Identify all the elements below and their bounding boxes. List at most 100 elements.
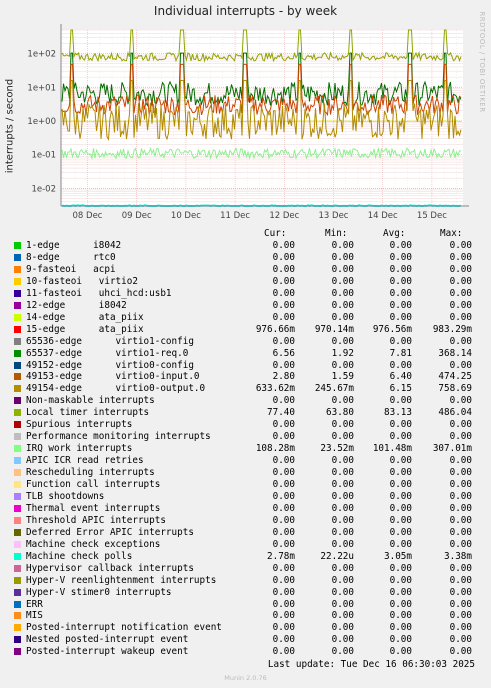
legend-max-value: 0.00 bbox=[449, 479, 472, 490]
legend-label: Hyper-V stimer0 interrupts bbox=[26, 586, 172, 598]
legend-row: 65537-edge virtio1-req.0 6.56 1.92 7.81 368.… bbox=[0, 348, 491, 360]
legend-row: IRQ work interrupts 108.28m 23.52m 101.48m 3… bbox=[0, 443, 491, 455]
legend-label: 9-fasteoi acpi bbox=[26, 263, 116, 275]
legend-label: 12-edge i8042 bbox=[26, 299, 127, 311]
legend-row: Hyper-V reenlightenment interrupts 0.00 0.… bbox=[0, 575, 491, 587]
legend-swatch bbox=[14, 373, 21, 381]
legend-row: 8-edge rtc0 0.00 0.00 0.00 0.00 bbox=[0, 252, 491, 264]
legend-max-value: 0.00 bbox=[449, 514, 472, 526]
legend-label: Machine check polls bbox=[26, 550, 133, 562]
legend-label: 1-edge i8042 bbox=[26, 240, 122, 251]
legend-row: 65536-edge virtio1-config 0.00 0.00 0.00 0.0… bbox=[0, 336, 491, 348]
legend-swatch bbox=[14, 445, 21, 453]
legend-max-value: 0.00 bbox=[449, 634, 472, 646]
legend-max-value: 0.00 bbox=[449, 395, 472, 407]
x-tick-label: 10 Dec bbox=[171, 211, 201, 221]
legend-max-value: 0.00 bbox=[449, 467, 472, 479]
legend-max-value: 486.04 bbox=[438, 407, 472, 419]
chart-plot: 1e-02 1e-01 1e+00 1e+01 1e+02 08 Dec 09 Dec 10 … bbox=[27, 24, 469, 221]
legend-max-value: 474.25 bbox=[438, 371, 472, 383]
y-tick-label: 1e+02 bbox=[27, 50, 56, 60]
legend-row: Hypervisor callback interrupts 0.00 0.00 0.… bbox=[0, 563, 491, 575]
legend-max-value: 0.00 bbox=[449, 359, 472, 371]
x-tick-label: 13 Dec bbox=[319, 211, 349, 221]
legend-max-value: 0.00 bbox=[449, 311, 472, 323]
legend-row: MIS 0.00 0.00 0.00 0.00 bbox=[0, 610, 491, 622]
legend-row: Rescheduling interrupts 0.00 0.00 0.00 0.00 bbox=[0, 467, 491, 479]
legend-swatch bbox=[14, 349, 21, 357]
legend-swatch bbox=[14, 469, 21, 477]
legend-label: Hyper-V reenlightenment interrupts bbox=[26, 574, 217, 586]
legend-max-value: 0.00 bbox=[449, 251, 472, 263]
legend-row: 10-fasteoi virtio2 0.00 0.00 0.00 0.00 bbox=[0, 276, 491, 288]
legend-label: 15-edge ata_piix bbox=[26, 323, 144, 335]
legend-label: Threshold APIC interrupts bbox=[26, 514, 166, 526]
legend-max-value: 368.14 bbox=[438, 347, 472, 359]
legend-swatch bbox=[14, 301, 21, 309]
legend-swatch bbox=[14, 409, 21, 417]
legend-label: 11-fasteoi uhci_hcd:usb1 bbox=[26, 287, 172, 299]
legend-max-value: 0.00 bbox=[449, 526, 472, 538]
legend-row: Machine check exceptions 0.00 0.00 0.00 0.00 bbox=[0, 539, 491, 551]
legend-row: 49154-edge virtio0-output.0 633.62m 245.67… bbox=[0, 383, 491, 395]
legend-label: 10-fasteoi virtio2 bbox=[26, 275, 138, 287]
legend-label: 49152-edge virtio0-config bbox=[26, 359, 194, 371]
legend-row: Hyper-V stimer0 interrupts 0.00 0.00 0.00 0.… bbox=[0, 587, 491, 599]
legend-swatch bbox=[14, 242, 21, 249]
legend-max-value: 0.00 bbox=[449, 574, 472, 586]
legend-label: Machine check exceptions bbox=[26, 538, 161, 550]
legend-swatch bbox=[14, 361, 21, 369]
y-tick-label: 1e-01 bbox=[31, 151, 56, 161]
legend-label: 8-edge rtc0 bbox=[26, 251, 116, 263]
x-tick-label: 15 Dec bbox=[417, 211, 447, 221]
legend-swatch bbox=[14, 481, 21, 488]
legend-swatch bbox=[14, 612, 21, 620]
legend-label: 65536-edge virtio1-config bbox=[26, 335, 194, 347]
col-header-avg: Avg: bbox=[383, 228, 406, 239]
legend-row: 14-edge ata_piix 0.00 0.00 0.00 0.00 bbox=[0, 312, 491, 324]
x-tick-label: 14 Dec bbox=[368, 211, 398, 221]
legend-row: Non-maskable interrupts 0.00 0.00 0.00 0.00 bbox=[0, 395, 491, 407]
x-tick-label: 11 Dec bbox=[220, 211, 250, 221]
legend-row: 49153-edge virtio0-input.0 2.80 1.59 6.40 47… bbox=[0, 371, 491, 383]
col-header-min: Min: bbox=[325, 228, 348, 239]
legend-row: 12-edge i8042 0.00 0.00 0.00 0.00 bbox=[0, 300, 491, 312]
legend-label: Performance monitoring interrupts bbox=[26, 431, 211, 443]
legend-max-value: 307.01m bbox=[432, 443, 472, 455]
legend-swatch bbox=[14, 385, 21, 393]
legend-label: Nested posted-interrupt event bbox=[26, 634, 189, 646]
legend-row: Posted-interrupt notification event 0.00 0… bbox=[0, 622, 491, 634]
legend-max-value: 3.38m bbox=[444, 550, 472, 562]
legend-max-value: 983.29m bbox=[432, 323, 472, 335]
legend-label: Rescheduling interrupts bbox=[26, 467, 155, 479]
legend-swatch bbox=[14, 433, 21, 441]
legend-row: Function call interrupts 0.00 0.00 0.00 0.00 bbox=[0, 479, 491, 491]
legend-label: TLB shootdowns bbox=[26, 490, 105, 502]
legend-label: Local timer interrupts bbox=[26, 407, 150, 419]
legend-label: Posted-interrupt notification event bbox=[26, 622, 222, 634]
legend-row: ERR 0.00 0.00 0.00 0.00 bbox=[0, 599, 491, 611]
legend-label: 49154-edge virtio0-output.0 bbox=[26, 383, 206, 395]
legend-label: IRQ work interrupts bbox=[26, 443, 133, 455]
legend-max-value: 0.00 bbox=[449, 610, 472, 622]
legend-row: APIC ICR read retries 0.00 0.00 0.00 0.00 bbox=[0, 455, 491, 467]
legend-swatch bbox=[14, 540, 21, 548]
legend-label: Thermal event interrupts bbox=[26, 502, 161, 514]
legend-max-value: 0.00 bbox=[449, 419, 472, 431]
legend-max-value: 0.00 bbox=[449, 646, 472, 658]
legend-swatch bbox=[14, 552, 21, 560]
legend-label: Non-maskable interrupts bbox=[26, 395, 155, 407]
legend-max-value: 0.00 bbox=[449, 622, 472, 634]
legend-row: Thermal event interrupts 0.00 0.00 0.00 0.00 bbox=[0, 503, 491, 515]
legend-swatch bbox=[14, 253, 21, 261]
legend-swatch bbox=[14, 277, 21, 285]
legend-swatch bbox=[14, 576, 21, 584]
legend-swatch bbox=[14, 337, 21, 345]
legend-max-value: 0.00 bbox=[449, 431, 472, 443]
legend-label: Posted-interrupt wakeup event bbox=[26, 646, 189, 658]
legend-max-value: 0.00 bbox=[449, 299, 472, 311]
legend-swatch bbox=[14, 265, 21, 273]
legend-max-value: 758.69 bbox=[438, 383, 472, 395]
legend-label: Deferred Error APIC interrupts bbox=[26, 526, 194, 538]
legend-label: Hypervisor callback interrupts bbox=[26, 562, 194, 574]
